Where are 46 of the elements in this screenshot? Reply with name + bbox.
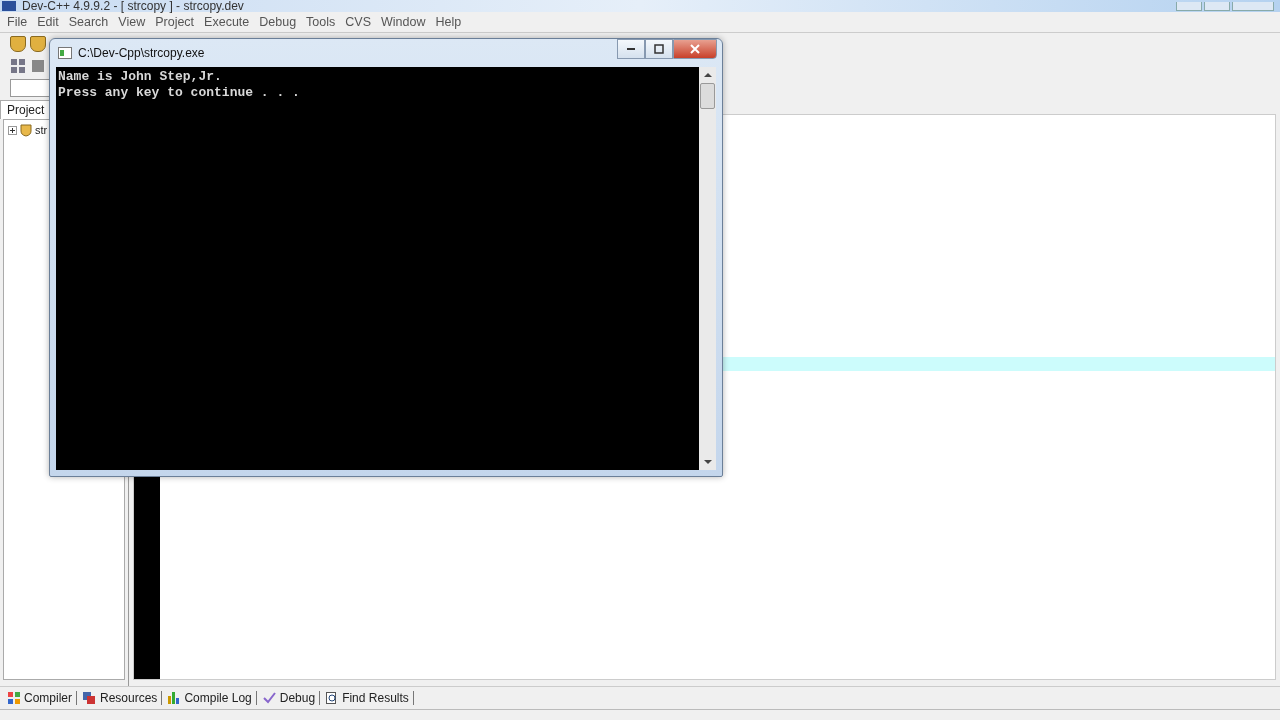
close-button[interactable] <box>673 39 717 59</box>
menu-item[interactable]: Execute <box>199 15 255 29</box>
console-icon <box>58 47 72 59</box>
checkmark-icon <box>262 692 276 704</box>
bottom-tab[interactable]: Debug <box>258 691 321 705</box>
minimize-button[interactable] <box>617 39 645 59</box>
grid-icon <box>8 692 20 704</box>
project-icon[interactable] <box>10 36 26 52</box>
dropdown-field[interactable] <box>10 79 52 97</box>
bottom-tab[interactable]: Compile Log <box>164 691 257 705</box>
bottom-tab[interactable]: Compiler <box>4 691 77 705</box>
scroll-down-icon[interactable] <box>703 460 712 464</box>
scroll-thumb[interactable] <box>700 83 715 109</box>
project-tab[interactable]: Project <box>0 100 52 119</box>
menu-item[interactable]: CVS <box>340 15 376 29</box>
bottom-tab[interactable]: Find Results <box>322 691 414 705</box>
project-icon[interactable] <box>30 36 46 52</box>
menu-item[interactable]: Help <box>430 15 467 29</box>
menu-item[interactable]: Edit <box>32 15 64 29</box>
menu-item[interactable]: Search <box>63 15 114 29</box>
maximize-button[interactable] <box>645 39 673 59</box>
grid-icon[interactable] <box>10 58 26 74</box>
app-icon <box>2 1 16 11</box>
maximize-icon <box>654 44 664 54</box>
menu-item[interactable]: File <box>2 15 33 29</box>
bar-chart-icon <box>168 692 181 704</box>
menu-item[interactable]: Project <box>150 15 200 29</box>
window-title: Dev-C++ 4.9.9.2 - [ strcopy ] - strcopy.dev <box>22 0 244 12</box>
minimize-icon <box>627 48 635 50</box>
console-line: Name is John Step,Jr. <box>58 69 223 85</box>
square-icon[interactable] <box>30 58 46 74</box>
scrollbar[interactable] <box>699 67 716 470</box>
console-line: Press any key to continue . . . <box>58 85 301 101</box>
bottom-tab[interactable]: Resources <box>79 691 163 705</box>
tree-item[interactable]: str <box>35 124 48 136</box>
console-title: C:\Dev-Cpp\strcopy.exe <box>78 46 205 60</box>
menu-item[interactable]: View <box>113 15 151 29</box>
scroll-up-icon[interactable] <box>703 73 712 77</box>
find-icon <box>326 692 339 704</box>
stacked-squares-icon <box>83 692 96 704</box>
menu-item[interactable]: Debug <box>254 15 302 29</box>
project-icon <box>19 123 33 137</box>
menu-item[interactable]: Window <box>376 15 431 29</box>
close-icon <box>690 44 700 54</box>
menu-item[interactable]: Tools <box>301 15 341 29</box>
expand-icon[interactable] <box>8 125 17 135</box>
